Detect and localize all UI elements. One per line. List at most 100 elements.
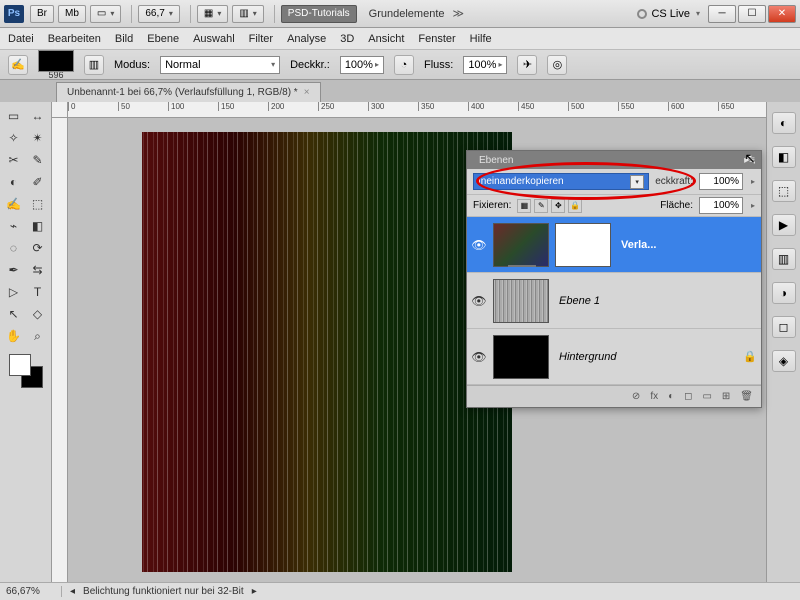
tool-path[interactable]: ▷ — [3, 282, 25, 302]
panel-history-icon[interactable]: ▥ — [772, 248, 796, 270]
brush-panel-toggle-icon[interactable]: ▥ — [84, 55, 104, 75]
blend-mode-dropdown[interactable]: Normal▾ — [160, 56, 280, 74]
tool-3d-camera[interactable]: ◇ — [27, 304, 49, 324]
layer-thumbnail[interactable] — [493, 335, 549, 379]
layers-tab[interactable]: Ebenen — [473, 155, 519, 166]
lock-position-icon[interactable]: ✥ — [551, 199, 565, 213]
tool-history-brush[interactable]: ⬚ — [27, 194, 49, 214]
tool-shape[interactable]: T — [27, 282, 49, 302]
opacity-flyout-icon[interactable]: ▸ — [751, 177, 755, 186]
layer-row-verlaufsfuellung[interactable]: 👁 Verla... — [467, 217, 761, 273]
cs-live-button[interactable]: CS Live ▾ — [637, 8, 700, 20]
tool-eyedropper[interactable]: ✎ — [27, 150, 49, 170]
zoom-level-dropdown[interactable]: 66,7 — [138, 5, 179, 23]
layer-name[interactable]: Hintergrund — [555, 351, 737, 363]
lock-transparency-icon[interactable]: ▦ — [517, 199, 531, 213]
minibridge-button[interactable]: Mb — [58, 5, 86, 23]
layer-mask-thumbnail[interactable] — [555, 223, 611, 267]
layer-thumbnail[interactable] — [493, 279, 549, 323]
view-extras-dropdown[interactable]: ▦ — [197, 5, 228, 23]
menu-filter[interactable]: Filter — [249, 33, 273, 45]
group-icon[interactable]: ▭ — [702, 391, 711, 402]
menu-bild[interactable]: Bild — [115, 33, 133, 45]
tool-brush[interactable]: ✐ — [27, 172, 49, 192]
panel-adjustments-icon[interactable]: ◑ — [772, 282, 796, 304]
document-canvas[interactable] — [142, 132, 512, 572]
tool-eraser[interactable]: ⌁ — [3, 216, 25, 236]
airbrush-icon[interactable]: ✈ — [517, 55, 537, 75]
mask-icon[interactable]: ◐ — [668, 391, 674, 402]
menu-auswahl[interactable]: Auswahl — [193, 33, 235, 45]
menu-3d[interactable]: 3D — [340, 33, 354, 45]
workspace-psd-tutorials[interactable]: PSD-Tutorials — [281, 5, 357, 23]
tool-lasso[interactable]: ✧ — [3, 128, 25, 148]
layer-row-ebene1[interactable]: 👁 Ebene 1 — [467, 273, 761, 329]
tool-blur[interactable]: ◌ — [3, 238, 25, 258]
panel-styles-icon[interactable]: ⬚ — [772, 180, 796, 202]
menu-analyse[interactable]: Analyse — [287, 33, 326, 45]
brush-preview-swatch[interactable] — [38, 50, 74, 72]
visibility-toggle-icon[interactable]: 👁 — [471, 350, 487, 364]
link-layers-icon[interactable]: ⊘ — [632, 391, 640, 402]
visibility-toggle-icon[interactable]: 👁 — [471, 238, 487, 252]
menu-hilfe[interactable]: Hilfe — [470, 33, 492, 45]
panel-color-icon[interactable]: ◐ — [772, 112, 796, 134]
arrange-dropdown[interactable]: ▥ — [232, 5, 263, 23]
panel-layers-icon[interactable]: ◈ — [772, 350, 796, 372]
minimize-button[interactable]: ─ — [708, 5, 736, 23]
status-nav-next-icon[interactable]: ▸ — [252, 586, 257, 597]
zoom-readout[interactable]: 66,67% — [6, 586, 62, 597]
layer-name[interactable]: Ebene 1 — [555, 295, 757, 307]
lock-pixels-icon[interactable]: ✎ — [534, 199, 548, 213]
new-layer-icon[interactable]: ⊞ — [722, 391, 730, 402]
tool-zoom[interactable]: ⌕ — [27, 326, 49, 346]
menu-bearbeiten[interactable]: Bearbeiten — [48, 33, 101, 45]
brush-tool-icon[interactable]: ✍ — [8, 55, 28, 75]
blend-mode-dropdown[interactable]: Ineinanderkopieren — [473, 173, 649, 190]
panel-masks-icon[interactable]: ◻ — [772, 316, 796, 338]
tool-hand[interactable]: ✋ — [3, 326, 25, 346]
pressure-opacity-icon[interactable]: ◔ — [394, 55, 414, 75]
panel-menu-icon[interactable]: ▸≡ — [744, 155, 755, 166]
tool-dodge[interactable]: ⟳ — [27, 238, 49, 258]
tool-stamp[interactable]: ✍ — [3, 194, 25, 214]
tool-crop[interactable]: ✂ — [3, 150, 25, 170]
bridge-button[interactable]: Br — [30, 5, 54, 23]
close-button[interactable]: ✕ — [768, 5, 796, 23]
panel-actions-icon[interactable]: ▶ — [772, 214, 796, 236]
layer-opacity-field[interactable]: 100% — [699, 173, 743, 190]
flow-field[interactable]: 100%▸ — [463, 56, 507, 74]
fx-icon[interactable]: fx — [650, 391, 658, 402]
tool-marquee[interactable]: ↔ — [27, 106, 49, 126]
fill-flyout-icon[interactable]: ▸ — [751, 201, 755, 210]
menu-ansicht[interactable]: Ansicht — [368, 33, 404, 45]
tool-gradient[interactable]: ◧ — [27, 216, 49, 236]
visibility-toggle-icon[interactable]: 👁 — [471, 294, 487, 308]
foreground-color-swatch[interactable] — [9, 354, 31, 376]
maximize-button[interactable]: ☐ — [738, 5, 766, 23]
menu-ebene[interactable]: Ebene — [147, 33, 179, 45]
tool-move[interactable]: ▭ — [3, 106, 25, 126]
status-nav-prev-icon[interactable]: ◂ — [70, 586, 75, 597]
opacity-field[interactable]: 100%▸ — [340, 56, 384, 74]
document-tab[interactable]: Unbenannt-1 bei 66,7% (Verlaufsfüllung 1… — [56, 82, 321, 102]
layer-name[interactable]: Verla... — [617, 239, 757, 251]
screen-mode-dropdown[interactable]: ▭ — [90, 5, 121, 23]
workspace-grundelemente[interactable]: Grundelemente — [369, 8, 445, 20]
workspace-more-icon[interactable]: ≫ — [453, 7, 465, 20]
layer-thumbnail[interactable] — [493, 223, 549, 267]
tool-pen[interactable]: ✒ — [3, 260, 25, 280]
menu-datei[interactable]: Datei — [8, 33, 34, 45]
layer-row-hintergrund[interactable]: 👁 Hintergrund 🔒 — [467, 329, 761, 385]
pressure-size-icon[interactable]: ◎ — [547, 55, 567, 75]
delete-layer-icon[interactable]: 🗑 — [740, 391, 753, 402]
tool-wand[interactable]: ✴ — [27, 128, 49, 148]
tool-type[interactable]: ⇆ — [27, 260, 49, 280]
menu-fenster[interactable]: Fenster — [418, 33, 455, 45]
tool-heal[interactable]: ◐ — [3, 172, 25, 192]
color-swatches[interactable] — [9, 354, 43, 388]
layer-fill-field[interactable]: 100% — [699, 197, 743, 214]
lock-all-icon[interactable]: 🔒 — [568, 199, 582, 213]
panel-swatches-icon[interactable]: ◧ — [772, 146, 796, 168]
tool-3d[interactable]: ↖ — [3, 304, 25, 324]
